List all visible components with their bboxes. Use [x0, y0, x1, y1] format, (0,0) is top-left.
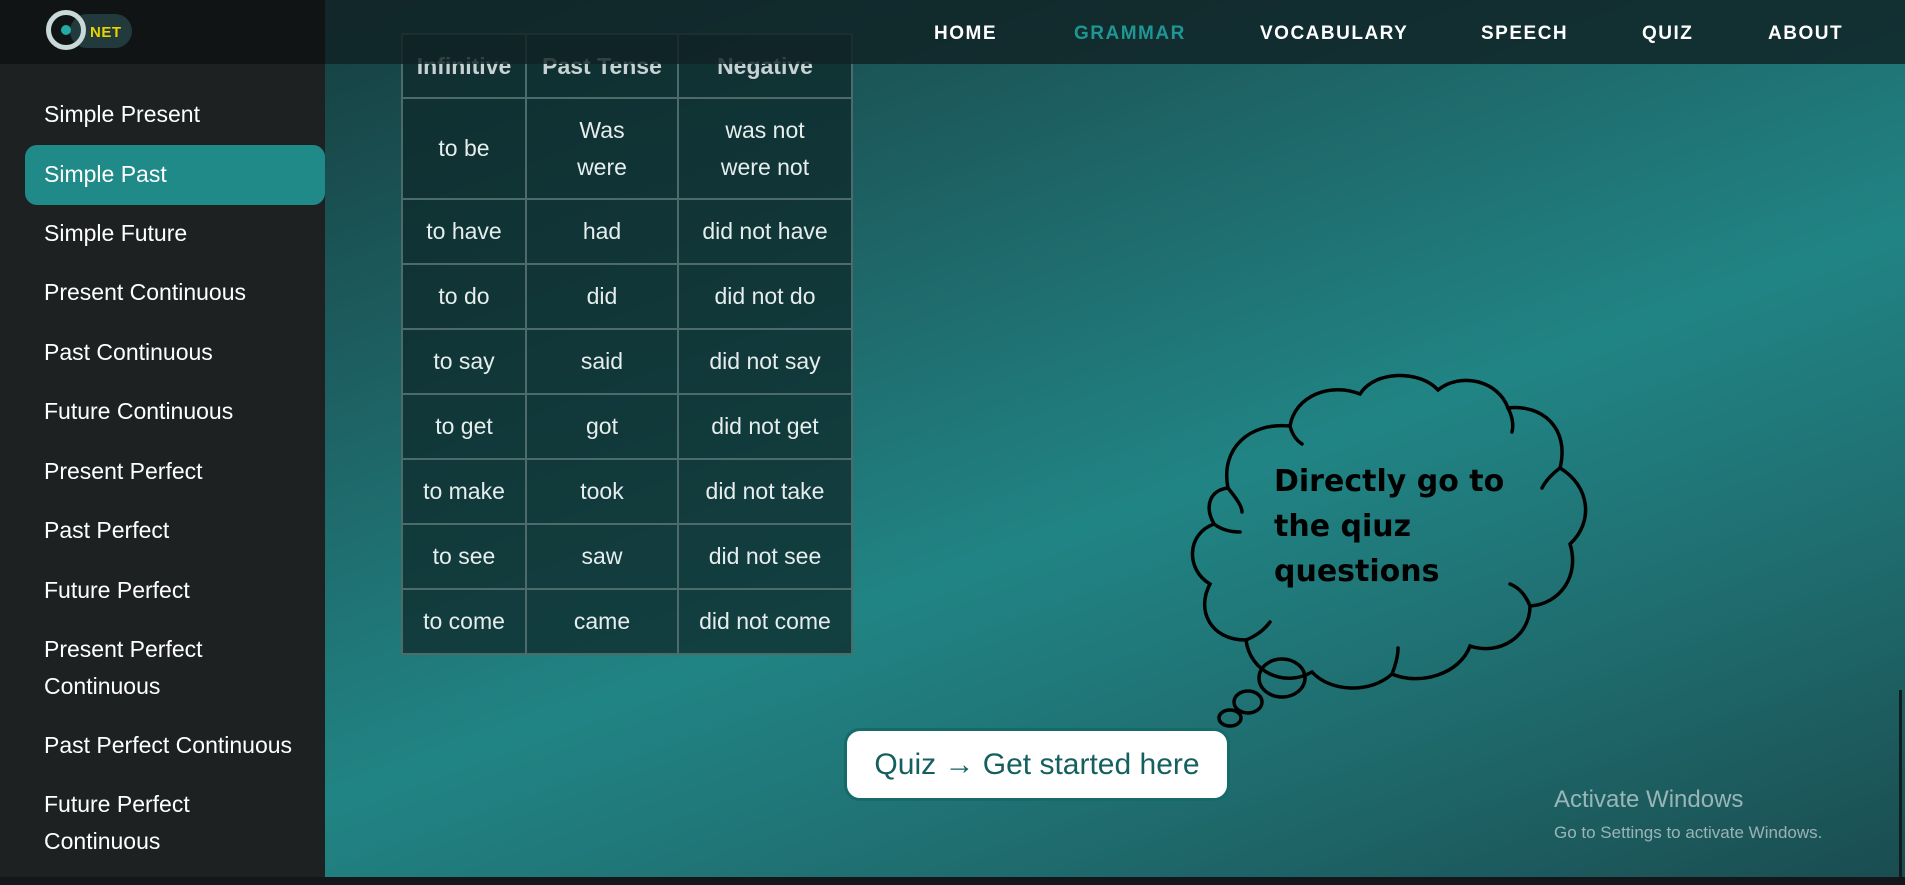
- cell-past-tense: had: [525, 198, 679, 265]
- sidebar-item-present-perfect-continuous[interactable]: Present Perfect Continuous: [25, 631, 325, 705]
- sidebar-item-label: Past Continuous: [44, 339, 213, 365]
- sidebar-item-label: Past Perfect Continuous: [44, 732, 293, 758]
- activate-windows-subtitle: Go to Settings to activate Windows.: [1554, 823, 1823, 842]
- sidebar-item-future-perfect[interactable]: Future Perfect: [25, 572, 325, 609]
- sidebar-item-simple-future[interactable]: Simple Future: [25, 215, 325, 252]
- cell-negative: did not have: [677, 198, 853, 265]
- sidebar-item-label: Simple Future: [44, 220, 188, 246]
- scrollbar-thumb[interactable]: [1899, 690, 1902, 880]
- cell-infinitive: to see: [401, 523, 527, 590]
- cell-past-tense: did: [525, 263, 679, 330]
- sidebar-item-future-continuous[interactable]: Future Continuous: [25, 393, 325, 430]
- activate-windows-title: Activate Windows: [1554, 786, 1744, 813]
- table-row: to see saw did not see: [401, 523, 853, 590]
- activate-windows-watermark: Activate Windows Go to Settings to activ…: [1554, 786, 1822, 844]
- bottom-strip: [0, 877, 1905, 885]
- nav-vocabulary[interactable]: VOCABULARY: [1260, 23, 1408, 45]
- sidebar-item-label: Present Continuous: [44, 279, 247, 305]
- nav-quiz[interactable]: QUIZ: [1642, 23, 1693, 45]
- logo-ring-icon: [46, 10, 86, 50]
- cell-negative: did not see: [677, 523, 853, 590]
- cell-infinitive: to get: [401, 393, 527, 460]
- sidebar-item-present-perfect[interactable]: Present Perfect: [25, 453, 325, 490]
- nav-about[interactable]: ABOUT: [1768, 23, 1843, 45]
- cell-infinitive: to do: [401, 263, 527, 330]
- cell-negative: did not say: [677, 328, 853, 395]
- cell-negative: did not come: [677, 588, 853, 655]
- sidebar-item-past-perfect-continuous[interactable]: Past Perfect Continuous: [25, 727, 325, 764]
- sidebar-item-simple-past[interactable]: Simple Past: [25, 145, 325, 205]
- sidebar-item-label-line1: Present Perfect: [44, 636, 203, 662]
- quiz-get-started-button[interactable]: Quiz → Get started here: [844, 728, 1230, 801]
- sidebar-item-past-continuous[interactable]: Past Continuous: [25, 334, 325, 371]
- cell-infinitive: to have: [401, 198, 527, 265]
- sidebar-item-present-continuous[interactable]: Present Continuous: [25, 274, 325, 311]
- sidebar-item-label: Future Continuous: [44, 398, 234, 424]
- cell-past-tense: came: [525, 588, 679, 655]
- thought-cloud-line3: questions: [1274, 554, 1440, 589]
- table-row: to do did did not do: [401, 263, 853, 330]
- sidebar-item-label: Simple Present: [44, 101, 200, 127]
- sidebar-item-label: Present Perfect: [44, 458, 203, 484]
- table-row: to make took did not take: [401, 458, 853, 525]
- cell-infinitive: to say: [401, 328, 527, 395]
- nav-grammar[interactable]: GRAMMAR: [1074, 23, 1186, 45]
- table-row: to get got did not get: [401, 393, 853, 460]
- sidebar-item-label-line2: Continuous: [44, 828, 161, 854]
- thought-cloud-line1: Directly go to: [1274, 464, 1505, 499]
- top-navbar: NET HOME GRAMMAR VOCABULARY SPEECH QUIZ …: [0, 0, 1905, 64]
- simple-past-verb-table: Infinitive Past Tense Negative to be Was…: [401, 33, 853, 655]
- table-row: to have had did not have: [401, 198, 853, 265]
- cell-negative: was not were not: [677, 97, 853, 200]
- site-logo[interactable]: NET: [0, 0, 325, 64]
- sidebar-item-past-perfect[interactable]: Past Perfect: [25, 512, 325, 549]
- thought-cloud-text: Directly go to the qiuz questions: [1274, 459, 1514, 594]
- cell-infinitive: to make: [401, 458, 527, 525]
- sidebar-item-label: Future Perfect: [44, 577, 190, 603]
- cell-negative: did not get: [677, 393, 853, 460]
- cell-negative: did not take: [677, 458, 853, 525]
- sidebar-item-label: Past Perfect: [44, 517, 170, 543]
- table-row: to say said did not say: [401, 328, 853, 395]
- cell-past-tense: took: [525, 458, 679, 525]
- cell-past-tense: got: [525, 393, 679, 460]
- cell-past-tense: saw: [525, 523, 679, 590]
- sidebar-item-label-line1: Future Perfect: [44, 791, 190, 817]
- cell-past-tense: said: [525, 328, 679, 395]
- thought-cloud-line2: the qiuz: [1274, 509, 1412, 544]
- table-row: to come came did not come: [401, 588, 853, 655]
- cell-infinitive: to come: [401, 588, 527, 655]
- sidebar-item-label: Simple Past: [44, 161, 167, 187]
- nav-speech[interactable]: SPEECH: [1481, 23, 1568, 45]
- sidebar-item-label-line2: Continuous: [44, 673, 161, 699]
- sidebar-item-simple-present[interactable]: Simple Present: [25, 96, 325, 133]
- table-row: to be Was were was not were not: [401, 97, 853, 200]
- cell-negative: did not do: [677, 263, 853, 330]
- nav-home[interactable]: HOME: [934, 23, 997, 45]
- grammar-sidebar: Simple Present Simple Past Simple Future…: [0, 64, 325, 877]
- cell-past-tense: Was were: [525, 97, 679, 200]
- logo-text: NET: [90, 24, 122, 41]
- cell-infinitive: to be: [401, 97, 527, 200]
- sidebar-item-future-perfect-continuous[interactable]: Future Perfect Continuous: [25, 786, 325, 860]
